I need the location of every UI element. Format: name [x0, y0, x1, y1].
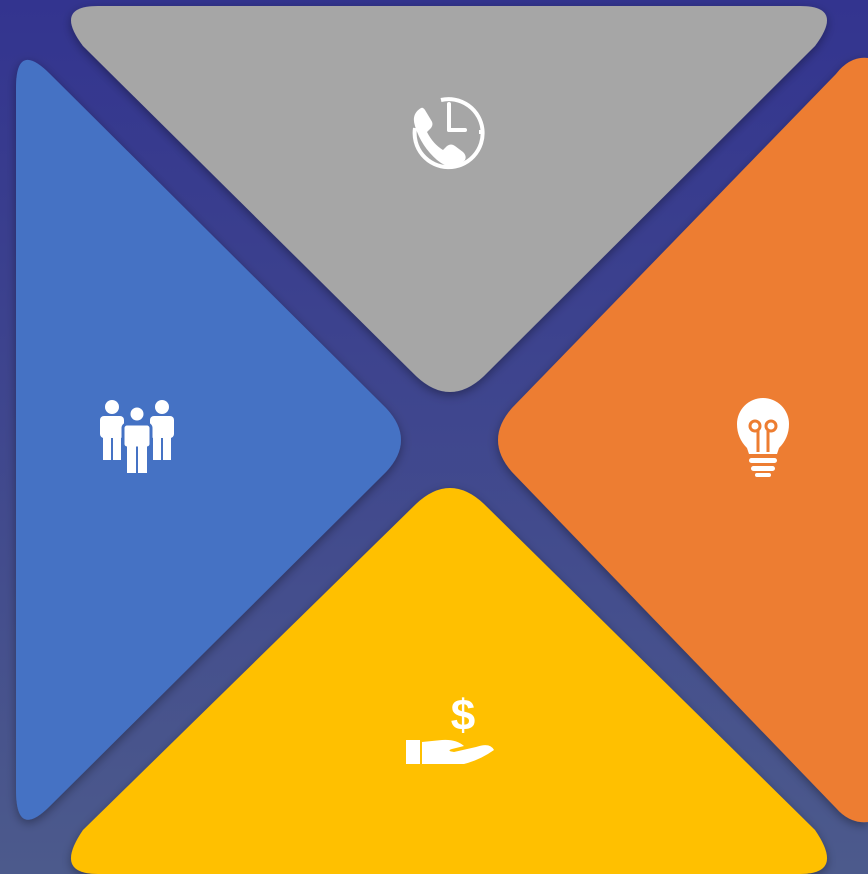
svg-text:$: $ — [451, 691, 475, 740]
diagram-svg: $ — [0, 0, 868, 874]
diagram-canvas: $ — [0, 0, 868, 874]
